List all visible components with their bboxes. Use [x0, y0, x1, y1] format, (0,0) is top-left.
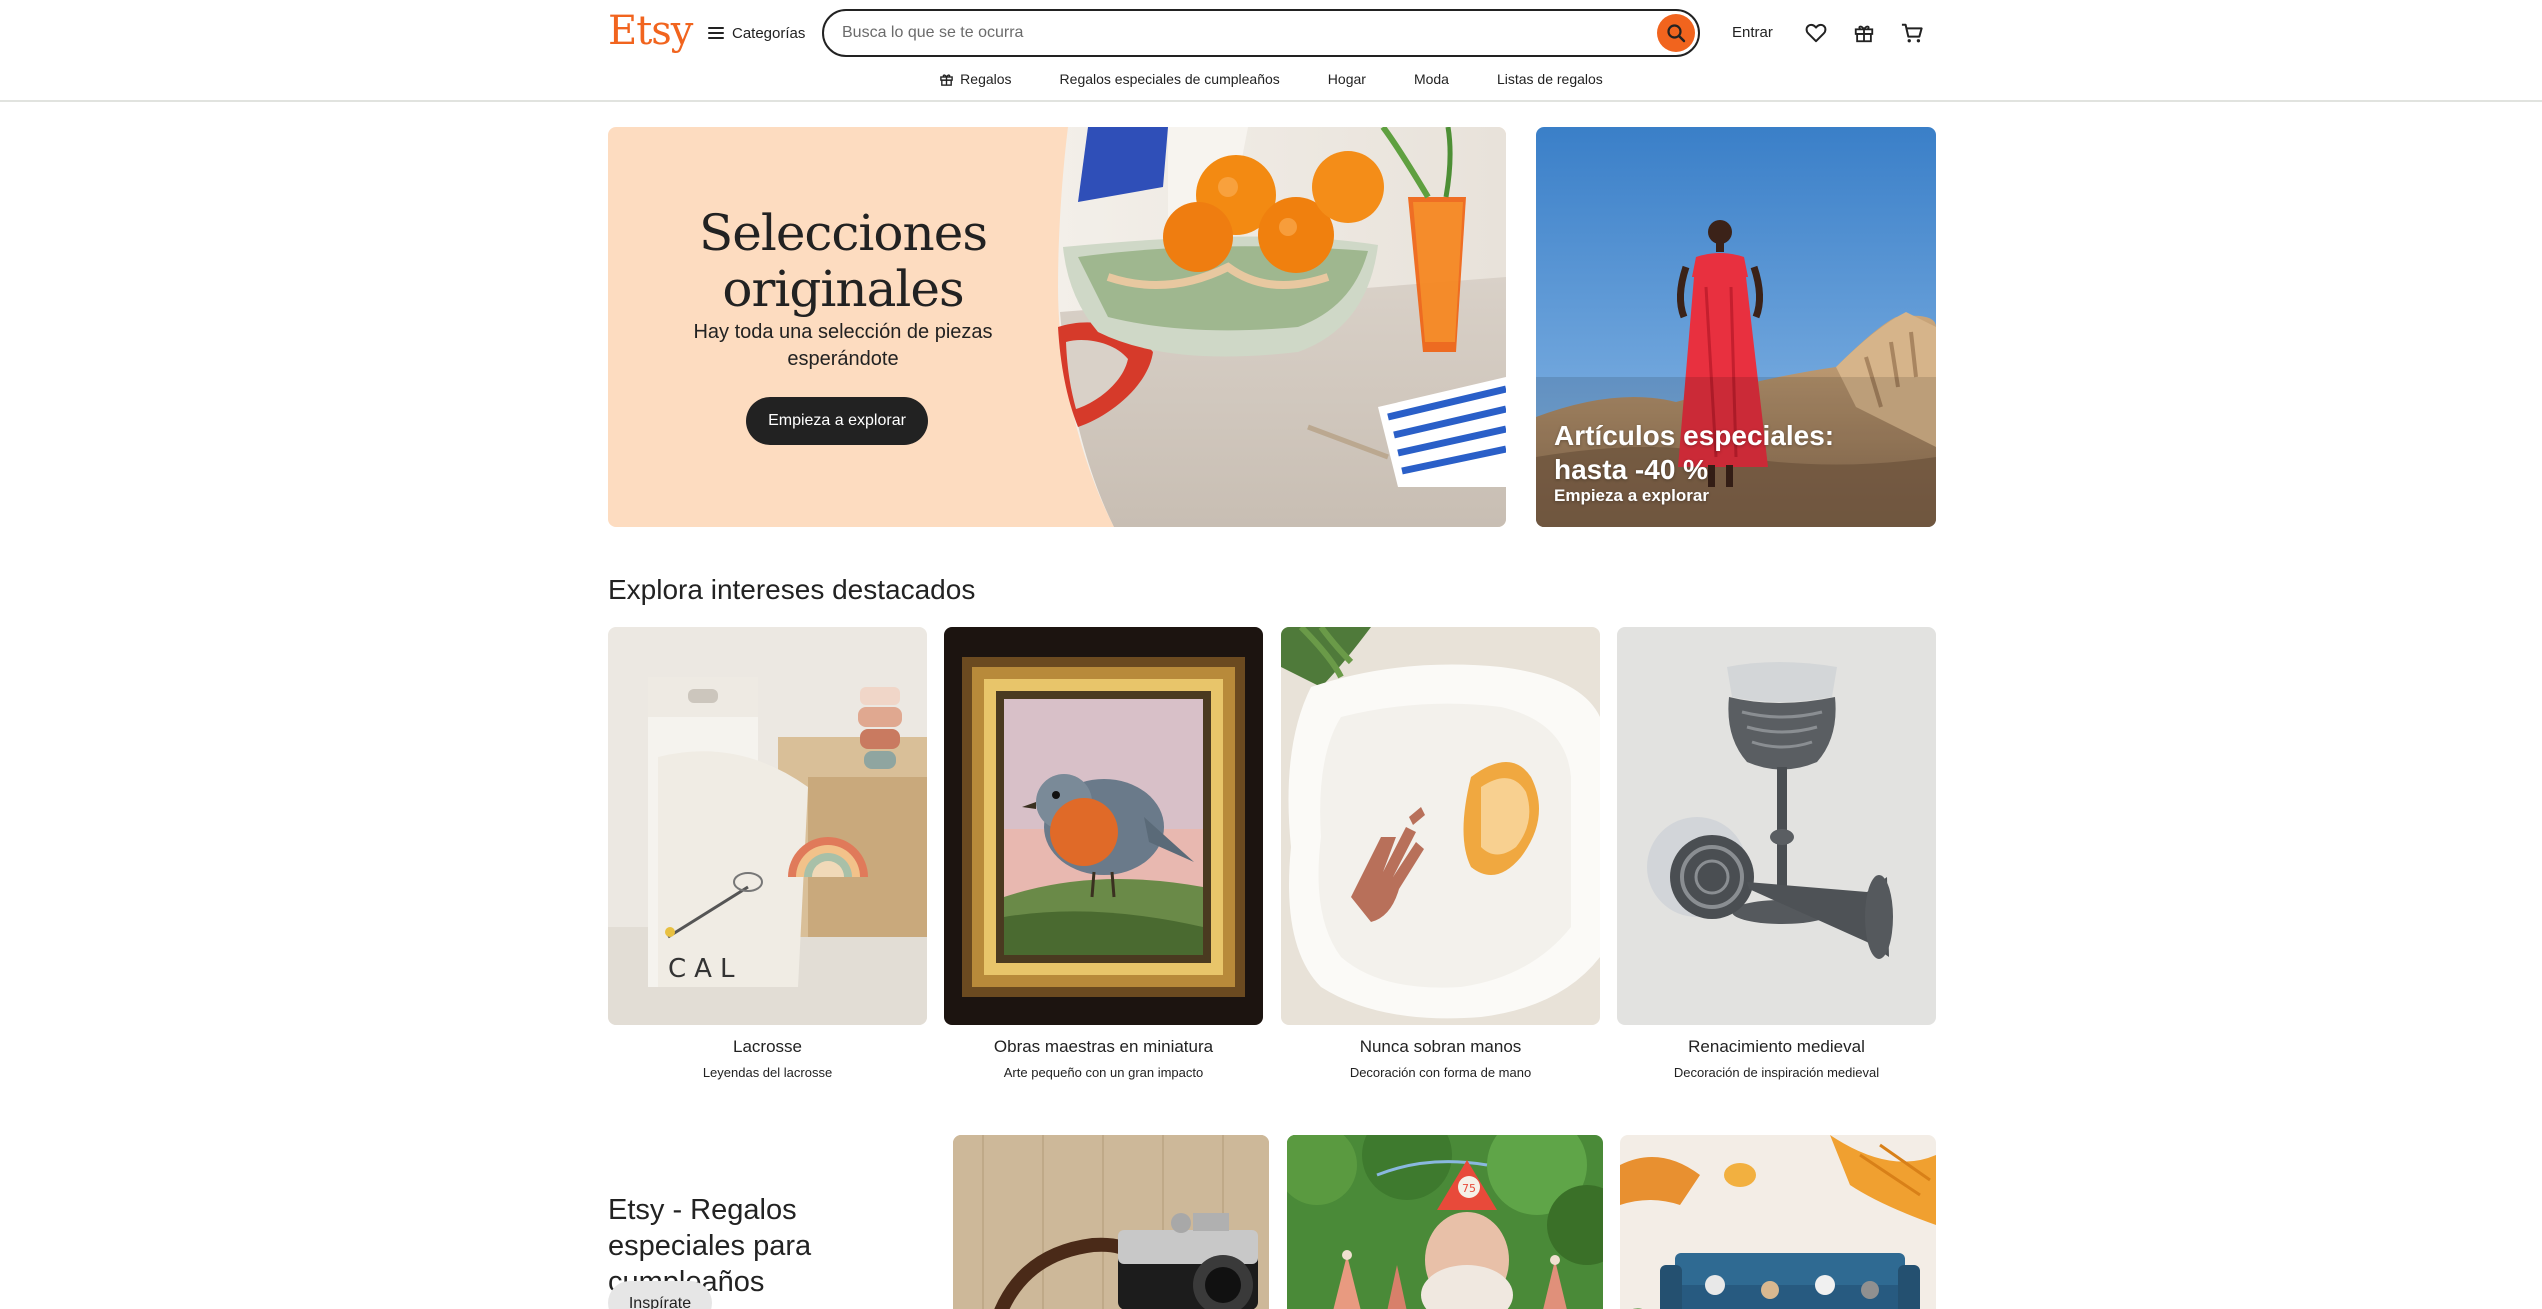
- nav-item-regalos-cumpleanos[interactable]: Regalos especiales de cumpleaños: [1036, 66, 1304, 92]
- gift-icon: [1854, 25, 1874, 43]
- card-image: CAL: [608, 627, 927, 1025]
- hand-dish-image: [1281, 627, 1600, 1025]
- search-icon: [1667, 24, 1686, 43]
- interest-card-medieval[interactable]: Renacimiento medieval Decoración de insp…: [1617, 627, 1936, 1080]
- nav-item-regalos[interactable]: Regalos: [915, 66, 1035, 92]
- nav-item-label: Hogar: [1327, 71, 1366, 87]
- card-title: Nunca sobran manos: [1359, 1037, 1522, 1056]
- search-input[interactable]: [842, 19, 1622, 47]
- card-title: Lacrosse: [733, 1037, 802, 1056]
- card-subtitle: Decoración de inspiración medieval: [1673, 1065, 1880, 1080]
- medieval-goblets-image: [1617, 627, 1936, 1025]
- gifts-button[interactable]: [1847, 17, 1881, 49]
- site-header: Etsy Categorías Entrar: [0, 0, 2542, 102]
- search-button[interactable]: [1657, 14, 1695, 52]
- cart-icon: [1901, 23, 1923, 43]
- gift-tile-sofa-diorama[interactable]: [1620, 1135, 1936, 1309]
- robin-painting-image: [944, 627, 1263, 1025]
- card-image: [1281, 627, 1600, 1025]
- sale-promo-link[interactable]: Empieza a explorar: [1554, 486, 1709, 506]
- card-subtitle: Leyendas del lacrosse: [702, 1065, 833, 1080]
- hero-explore-button[interactable]: Empieza a explorar: [746, 397, 928, 445]
- interests-section-title: Explora intereses destacados: [608, 574, 976, 605]
- favorites-button[interactable]: [1799, 17, 1833, 49]
- nav-item-label: Listas de regalos: [1496, 71, 1603, 87]
- hero-subtitle: Hay toda una selección de piezas esperán…: [693, 321, 993, 370]
- inspire-button[interactable]: Inspírate: [608, 1281, 712, 1309]
- signin-button[interactable]: Entrar: [1718, 20, 1787, 46]
- categories-label: Categorías: [732, 24, 806, 42]
- cart-button[interactable]: [1895, 17, 1929, 49]
- lacrosse-bag-image: CAL: [608, 627, 927, 1025]
- nav-item-label: Moda: [1413, 71, 1449, 87]
- card-subtitle: Arte pequeño con un gran impacto: [1003, 1065, 1204, 1080]
- menu-icon: [708, 27, 724, 39]
- gift-tile-party-gnomes[interactable]: 75: [1287, 1135, 1603, 1309]
- sofa-diorama-image: [1620, 1135, 1936, 1309]
- interest-card-miniatures[interactable]: Obras maestras en miniatura Arte pequeño…: [944, 627, 1263, 1080]
- sale-promo-title: Artículos especiales: hasta -40 %: [1554, 420, 1835, 485]
- heart-icon: [1805, 23, 1827, 43]
- gift-icon: [940, 73, 953, 86]
- card-subtitle: Decoración con forma de mano: [1349, 1065, 1532, 1080]
- gift-tile-camera-strap[interactable]: [953, 1135, 1269, 1309]
- sale-promo-card[interactable]: Artículos especiales: hasta -40 % Empiez…: [1536, 127, 1936, 527]
- svg-text:75: 75: [1462, 1182, 1476, 1195]
- nav-item-hogar[interactable]: Hogar: [1304, 66, 1390, 92]
- camera-strap-image: [953, 1135, 1269, 1309]
- etsy-logo[interactable]: Etsy: [608, 8, 693, 54]
- interest-card-lacrosse[interactable]: CAL Lacrosse Leyendas del lacrosse: [608, 627, 927, 1080]
- nav-item-moda[interactable]: Moda: [1390, 66, 1473, 92]
- nav-item-label: Regalos especiales de cumpleaños: [1059, 71, 1280, 87]
- svg-text:CAL: CAL: [668, 954, 742, 984]
- categories-button[interactable]: Categorías: [708, 20, 805, 46]
- hero-title: Selecciones originales: [699, 204, 988, 318]
- category-nav: Regalos Regalos especiales de cumpleaños…: [0, 66, 2542, 92]
- nav-item-listas-regalos[interactable]: Listas de regalos: [1473, 66, 1627, 92]
- interest-card-hands[interactable]: Nunca sobran manos Decoración con forma …: [1281, 627, 1600, 1080]
- hero-banner: Selecciones originales Hay toda una sele…: [608, 127, 1506, 527]
- nav-item-label: Regalos: [960, 71, 1012, 87]
- card-title: Obras maestras en miniatura: [993, 1037, 1214, 1056]
- search-bar: [822, 9, 1700, 57]
- card-image: [944, 627, 1263, 1025]
- card-title: Renacimiento medieval: [1688, 1037, 1865, 1056]
- party-hats-garden-image: 75: [1287, 1135, 1603, 1309]
- card-image: [1617, 627, 1936, 1025]
